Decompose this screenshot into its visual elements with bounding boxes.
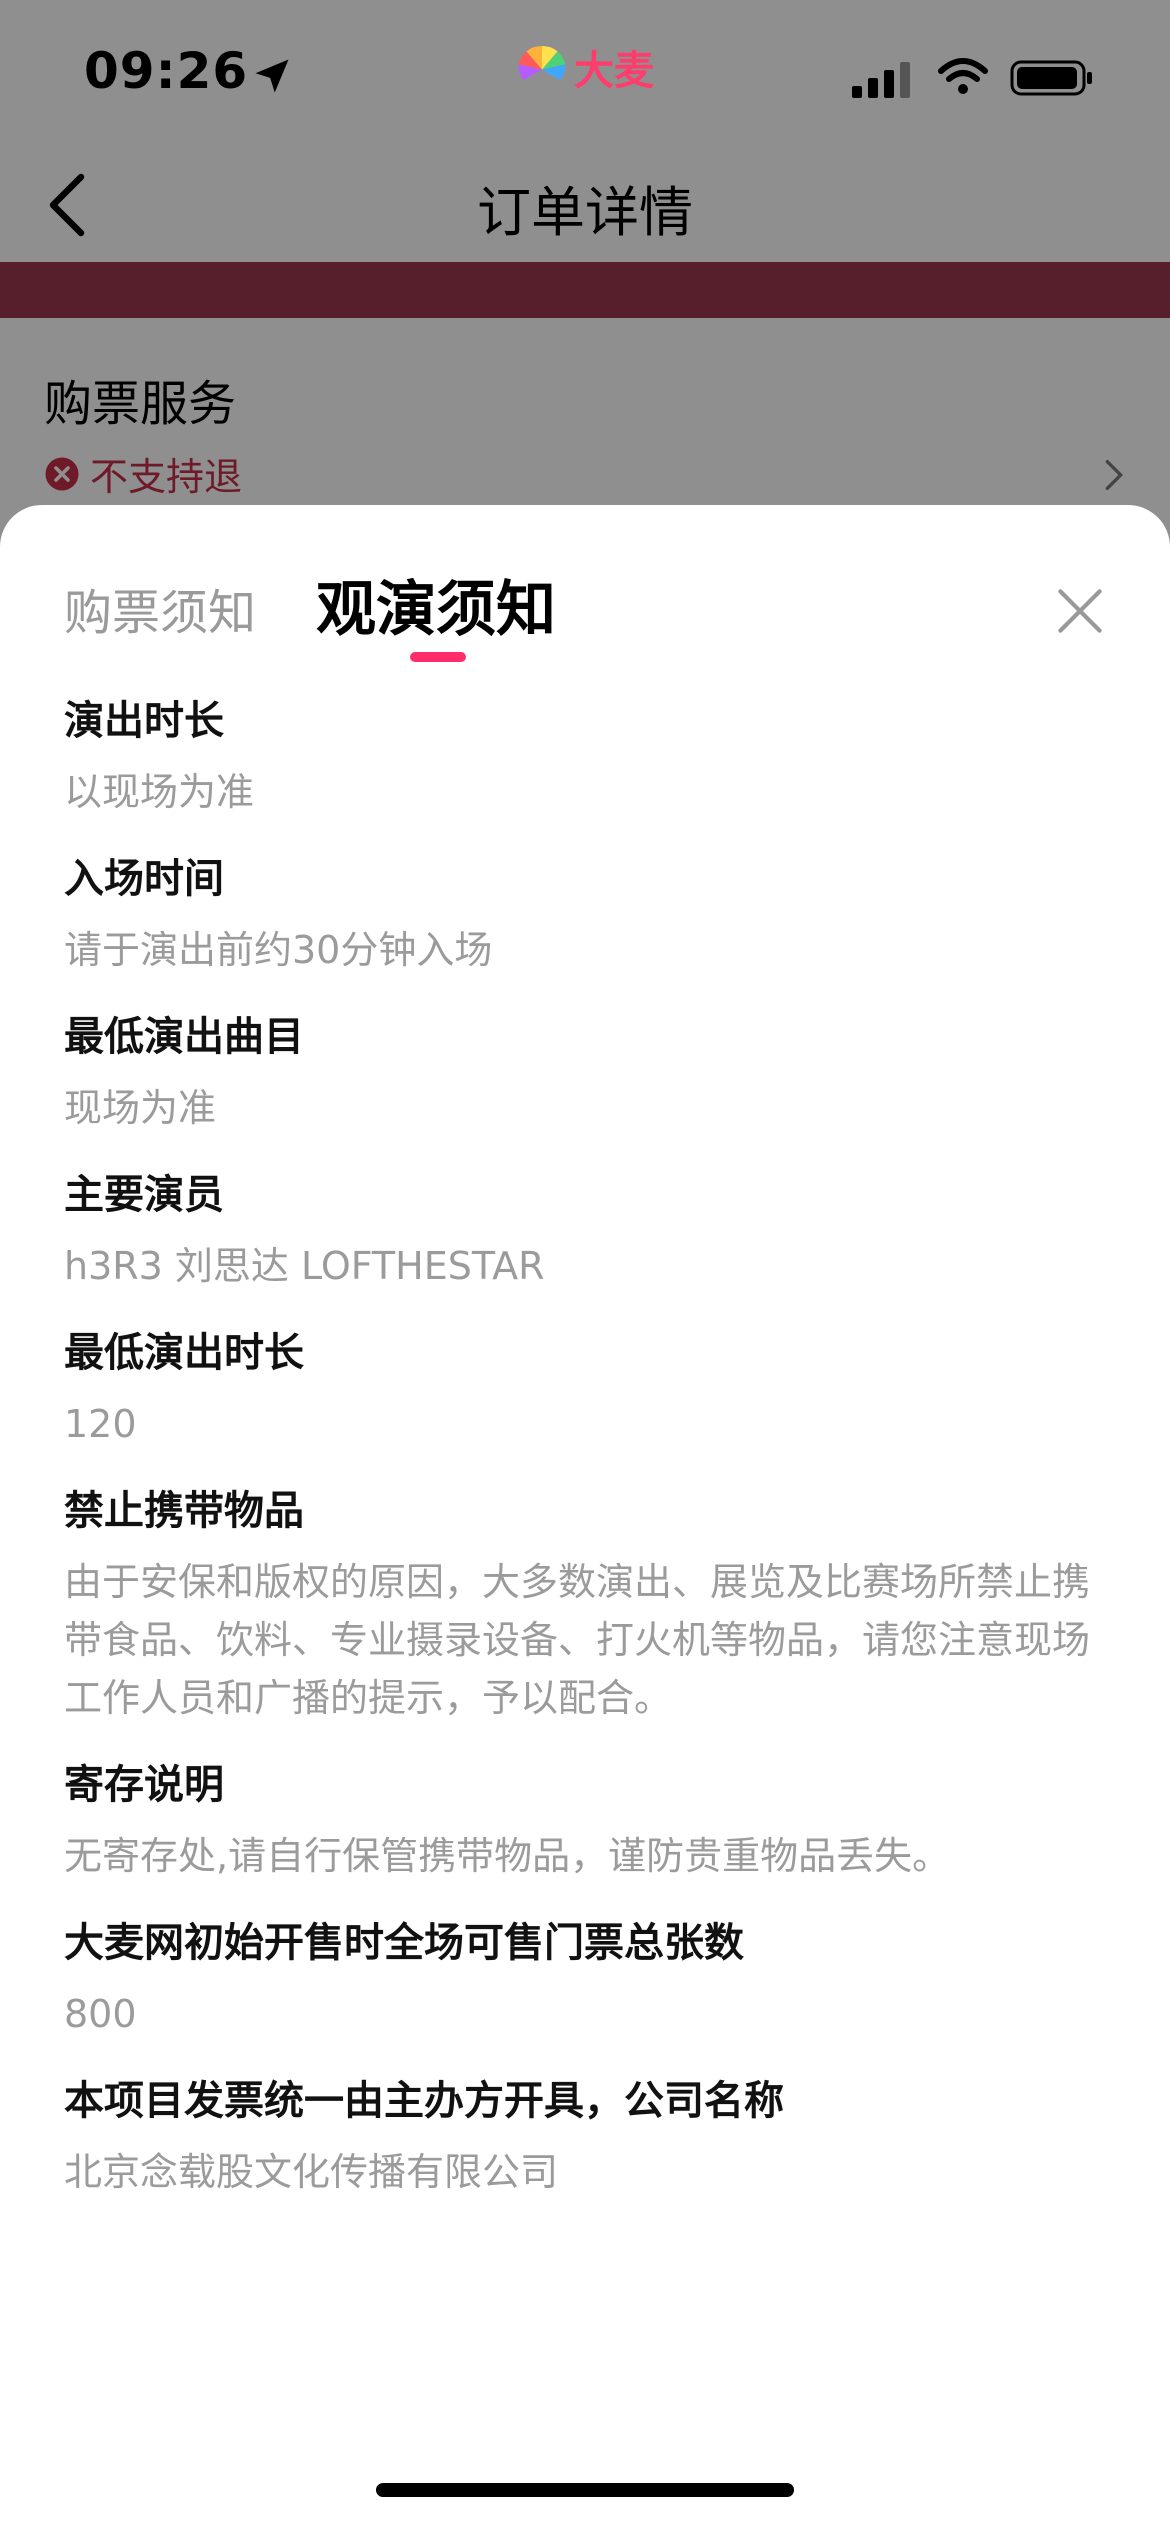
notice-label: 寄存说明 [64,1762,224,1808]
notice-value: h3R3 刘思达 LOFTHESTAR [64,1244,545,1288]
refund-status: 不支持退 [44,446,242,501]
notice-item: 本项目发票统一由主办方开具，公司名称 北京念载股文化传播有限公司 [64,2073,1114,2201]
notice-label: 本项目发票统一由主办方开具，公司名称 [64,2078,784,2124]
notice-label: 最低演出曲目 [64,1014,304,1060]
signal-icon [852,62,910,98]
home-indicator[interactable] [376,2483,794,2497]
notice-item: 最低演出时长 120 [64,1325,1114,1453]
x-circle-icon [45,457,79,490]
location-arrow-icon [255,59,289,93]
notice-value: 无寄存处,请自行保管携带物品，谨防贵重物品丢失。 [64,1834,951,1878]
status-time: 09:26 [84,42,249,100]
notice-item: 演出时长 以现场为准 [64,693,1114,821]
notice-label: 禁止携带物品 [64,1488,304,1534]
nav-banner [0,262,1170,318]
purchase-service-section[interactable]: 购票服务 不支持退 [0,318,1170,518]
notice-value: 由于安保和版权的原因，大多数演出、展览及比赛场所禁止携带食品、饮料、专业摄录设备… [64,1560,1091,1720]
tab-viewing-notice[interactable]: 观演须知 [316,561,556,648]
order-detail-screen: 09:26 大麦 订单详情 购票服务 不支持退 购票须知 观演须知 演出时长 以… [0,0,1170,2532]
notice-value: 以现场为准 [64,770,255,814]
battery-icon [1010,60,1092,96]
notice-item: 入场时间 请于演出前约30分钟入场 [64,851,1114,979]
brand-logo-icon [518,46,566,80]
notice-item: 最低演出曲目 现场为准 [64,1009,1114,1137]
notice-item: 大麦网初始开售时全场可售门票总张数 800 [64,1915,1114,2043]
refund-status-text: 不支持退 [90,455,243,499]
section-title: 购票服务 [44,376,237,432]
nav-bar: 订单详情 [0,150,1170,262]
notice-label: 演出时长 [64,698,224,744]
active-tab-indicator [410,652,466,662]
wifi-icon [938,58,988,94]
brand-name: 大麦 [574,48,654,94]
notice-value: 北京念载股文化传播有限公司 [64,2150,559,2194]
notice-label: 最低演出时长 [64,1330,304,1376]
notice-item: 禁止携带物品 由于安保和版权的原因，大多数演出、展览及比赛场所禁止携带食品、饮料… [64,1483,1114,1727]
notice-sheet: 购票须知 观演须知 演出时长 以现场为准 入场时间 请于演出前约30分钟入场 最… [0,505,1170,2532]
notice-value: 120 [64,1402,137,1446]
status-bar: 09:26 大麦 [0,0,1170,150]
notice-value: 请于演出前约30分钟入场 [64,928,493,972]
brand: 大麦 [516,40,654,94]
page-title: 订单详情 [477,181,693,244]
notice-label: 主要演员 [64,1172,224,1218]
close-icon[interactable] [1052,583,1108,639]
notice-list: 演出时长 以现场为准 入场时间 请于演出前约30分钟入场 最低演出曲目 现场为准… [64,693,1114,2231]
notice-value: 800 [64,1992,137,2036]
notice-item: 寄存说明 无寄存处,请自行保管携带物品，谨防贵重物品丢失。 [64,1757,1114,1885]
chevron-right-icon [1105,459,1124,490]
notice-label: 大麦网初始开售时全场可售门票总张数 [64,1920,744,1966]
notice-item: 主要演员 h3R3 刘思达 LOFTHESTAR [64,1167,1114,1295]
notice-label: 入场时间 [64,856,224,902]
notice-value: 现场为准 [64,1086,217,1130]
tab-purchase-notice[interactable]: 购票须知 [64,573,256,643]
